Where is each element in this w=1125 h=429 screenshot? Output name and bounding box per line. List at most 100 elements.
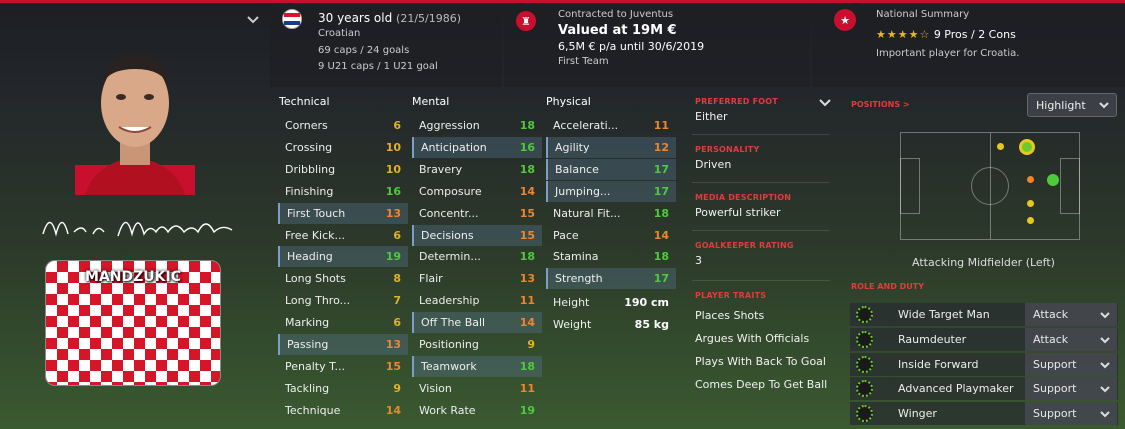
role-row[interactable]: Winger Support [850,402,1118,426]
attribute-name: Accelerati... [553,119,619,132]
media-description: Powerful striker [695,206,781,219]
attribute-row[interactable]: Passing 13 [278,334,408,355]
attribute-row[interactable]: Tackling 9 [278,378,408,399]
role-name: Advanced Playmaker [898,382,1014,396]
role-name: Raumdeuter [898,332,967,346]
attribute-value: 15 [519,206,535,220]
attribute-value: 10 [385,140,401,154]
attribute-name: Work Rate [419,403,476,417]
highlight-dropdown[interactable]: Highlight [1027,93,1117,117]
highlight-label: Highlight [1036,98,1086,112]
attribute-row[interactable]: Natural Fit... 18 [546,203,676,224]
duty-dropdown[interactable]: Support [1025,377,1117,401]
attribute-row[interactable]: Marking 6 [278,312,408,333]
attribute-row[interactable]: Leadership 11 [412,290,542,311]
role-suitability-icon [856,330,873,348]
attribute-value: 7 [393,294,401,308]
star-icon: ★ [834,9,856,31]
attribute-row[interactable]: Aggression 18 [412,115,542,136]
pitch-box-left [900,158,920,214]
pros-cons[interactable]: 9 Pros / 2 Cons [934,28,1016,41]
attribute-row[interactable]: Jumping... 17 [546,180,676,202]
attribute-name: Vision [419,381,452,395]
attribute-name: Passing [287,338,329,351]
rating-stars: ★★★★☆ [876,28,931,41]
attribute-row[interactable]: Technique 14 [278,400,408,421]
position-dot-competent[interactable] [1027,176,1034,183]
pitch-diagram [900,132,1080,240]
chevron-down-icon [1099,102,1109,109]
attribute-row[interactable]: Anticipation 16 [412,136,542,158]
attribute-row[interactable]: Crossing 10 [278,137,408,158]
attribute-row[interactable]: Dribbling 10 [278,159,408,180]
attribute-row[interactable]: Composure 14 [412,181,542,202]
attribute-name: Positioning [419,338,479,351]
role-name: Inside Forward [898,357,979,371]
attribute-row[interactable]: Work Rate 19 [412,400,542,421]
attribute-row[interactable]: Heading 19 [278,246,408,268]
duty-dropdown[interactable]: Attack [1025,303,1117,326]
attribute-name: Teamwork [421,359,477,373]
wage: 6,5M € p/a until 30/6/2019 [558,40,705,53]
attribute-row[interactable]: Off The Ball 14 [412,312,542,334]
role-row[interactable]: Wide Target Man Attack [850,303,1118,326]
attribute-row[interactable]: Bravery 18 [412,159,542,180]
attribute-row[interactable]: Stamina 18 [546,246,676,267]
attribute-row[interactable]: Determin... 18 [412,246,542,267]
player-signature [42,221,233,237]
position-dot-natural[interactable] [1019,139,1035,155]
attribute-row[interactable]: First Touch 13 [278,202,408,224]
attribute-row[interactable]: Pace 14 [546,225,676,246]
personality: Driven [695,158,732,171]
position-dot-accomplished[interactable] [997,143,1004,150]
chevron-down-icon[interactable] [818,95,832,109]
contract-header: ♜ Contracted to Juventus Valued at 19M €… [504,3,810,87]
attribute-row[interactable]: Accelerati... 11 [546,115,676,136]
positions-link[interactable]: POSITIONS > [851,100,910,109]
attribute-row[interactable]: Agility 12 [546,136,676,158]
attribute-name: Determin... [419,250,481,264]
attribute-value: 6 [393,119,401,132]
dob: (21/5/1986) [396,12,462,25]
bio-header: 30 years old (21/5/1986) Croatian 69 cap… [270,3,502,87]
role-row[interactable]: Raumdeuter Attack [850,327,1118,351]
preferred-foot: Either [695,110,728,123]
attribute-value: 14 [385,403,401,417]
duty-dropdown[interactable]: Support [1025,352,1117,376]
role-name: Winger [898,407,937,421]
attribute-row[interactable]: Balance 17 [546,158,676,180]
attribute-value: 14 [519,316,535,330]
attribute-row[interactable]: Positioning 9 [412,334,542,355]
chevron-down-icon [1100,361,1110,369]
attribute-row[interactable]: Penalty T... 15 [278,356,408,377]
physical-heading: Physical [546,95,591,108]
attribute-value: 17 [653,272,669,286]
personality-label: PERSONALITY [695,145,760,154]
attribute-row[interactable]: Decisions 15 [412,224,542,246]
position-dot-accomplished[interactable] [1027,200,1034,207]
role-row[interactable]: Advanced Playmaker Support [850,377,1118,401]
traits-label: PLAYER TRAITS [695,291,767,300]
attribute-row[interactable]: Finishing 16 [278,181,408,202]
position-dot-natural[interactable] [1047,174,1059,186]
attribute-row[interactable]: Flair 13 [412,268,542,289]
attribute-row[interactable]: Free Kick... 6 [278,225,408,246]
position-dot-accomplished[interactable] [1027,217,1034,224]
role-row[interactable]: Inside Forward Support [850,352,1118,376]
attribute-name: Penalty T... [285,359,346,373]
duty-dropdown[interactable]: Support [1025,402,1117,426]
attribute-row[interactable]: Long Shots 8 [278,268,408,289]
attribute-name: Tackling [285,381,330,395]
attribute-row[interactable]: Strength 17 [546,268,676,290]
attribute-row[interactable]: Corners 6 [278,115,408,136]
attribute-row[interactable]: Concentr... 15 [412,203,542,224]
duty-dropdown[interactable]: Attack [1025,327,1117,351]
chevron-down-icon[interactable] [245,11,261,27]
chevron-down-icon [1100,411,1110,418]
attribute-row[interactable]: Teamwork 18 [412,355,542,377]
attribute-value: 14 [519,184,535,198]
attribute-row[interactable]: Long Thro... 7 [278,290,408,311]
contract-club[interactable]: Contracted to Juventus [558,9,673,20]
attribute-value: 12 [653,140,669,154]
attribute-row[interactable]: Vision 11 [412,378,542,399]
